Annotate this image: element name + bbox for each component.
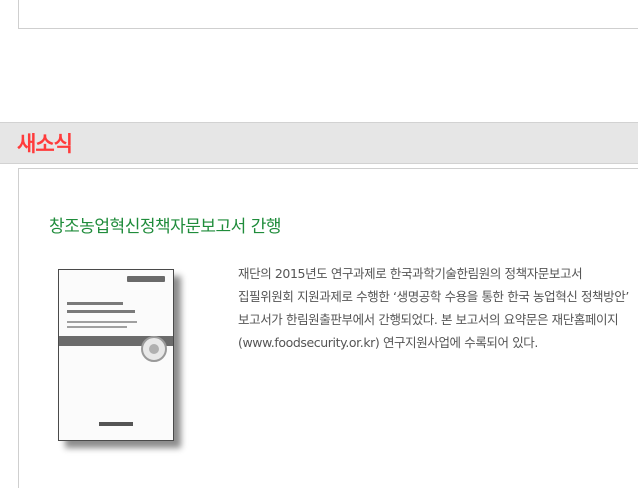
seal-icon: [141, 336, 167, 362]
section-header-bar: 새소식: [0, 122, 638, 164]
previous-content-box: [18, 0, 638, 29]
cover-subtitle-line: [67, 321, 137, 323]
publisher-logo-icon: [99, 422, 133, 426]
cover-title-line: [67, 310, 135, 313]
article-title[interactable]: 창조농업혁신정책자문보고서 간행: [49, 216, 282, 238]
cover-series-tag: [127, 276, 165, 282]
section-title: 새소식: [17, 132, 73, 156]
article-description: 재단의 2015년도 연구과제로 한국과학기술한림원의 정책자문보고서 집필위원…: [238, 266, 629, 350]
cover-subtitle-line: [67, 326, 127, 328]
page: 새소식 창조농업혁신정책자문보고서 간행 재단의 2015년도 연구과제로 한국…: [0, 0, 638, 488]
cover-title-line: [67, 302, 123, 305]
report-cover-image[interactable]: [58, 269, 174, 441]
